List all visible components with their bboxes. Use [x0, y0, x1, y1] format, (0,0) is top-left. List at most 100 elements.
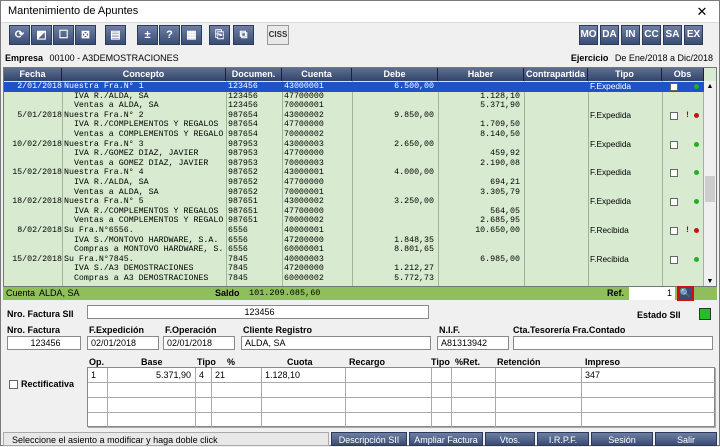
vat-cell[interactable]: 347 [582, 368, 716, 383]
vat-cell[interactable] [346, 413, 432, 428]
mode-button-ex[interactable]: EX [684, 25, 703, 45]
document-icon[interactable] [670, 140, 678, 149]
vat-cell[interactable] [108, 383, 196, 398]
refresh-icon[interactable]: ⟳ [9, 25, 30, 45]
apuntes-grid[interactable]: ▲ ▼ Fecha Concepto Documen. Cuenta Debe Haber… [3, 67, 717, 287]
table-row[interactable]: IVA R./COMPLEMENTOS Y REGALOS 987654 47700… [4, 120, 704, 130]
search-icon[interactable]: 🔍 [677, 286, 694, 301]
vat-cell[interactable] [88, 398, 108, 413]
vtos-button[interactable]: Vtos. [485, 432, 535, 446]
nro-factura-field[interactable]: 123456 [7, 336, 81, 350]
vertical-scrollbar[interactable]: ▲ ▼ [703, 81, 716, 286]
vat-cell[interactable] [496, 413, 582, 428]
document-icon[interactable] [670, 255, 678, 264]
vat-cell[interactable] [432, 413, 452, 428]
vat-cell[interactable]: 4 [196, 368, 212, 383]
document-icon[interactable] [670, 198, 678, 207]
vat-cell[interactable] [496, 383, 582, 398]
irpf-button[interactable]: I.R.P.F. [537, 432, 589, 446]
window-icon[interactable]: ⧉ [233, 25, 254, 45]
cta-tesoreria-field[interactable] [513, 336, 713, 350]
ref-input[interactable]: 1 [629, 287, 675, 300]
vat-cell[interactable] [452, 413, 496, 428]
column-header-8[interactable]: Obs [662, 68, 704, 81]
mode-button-mo[interactable]: MO [579, 25, 598, 45]
table-row[interactable]: Compras a MONTOVO HARDWARE, S. 6556 600000… [4, 245, 704, 255]
delete-icon[interactable]: ⊠ [75, 25, 96, 45]
column-header-5[interactable]: Haber [438, 68, 524, 81]
scroll-thumb[interactable] [705, 176, 715, 202]
vat-cell[interactable] [212, 398, 262, 413]
vat-cell[interactable] [432, 398, 452, 413]
column-header-3[interactable]: Cuenta [282, 68, 352, 81]
nro-factura-sii-field[interactable]: 123456 [87, 305, 429, 319]
mode-button-sa[interactable]: SA [663, 25, 682, 45]
table-row[interactable]: Ventas a ALDA, SA 123456 70000001 5.371,90 [4, 101, 704, 111]
column-header-4[interactable]: Debe [352, 68, 438, 81]
table-row[interactable]: IVA R./GOMEZ DIAZ, JAVIER 987953 47700000 4… [4, 149, 704, 159]
document-icon[interactable] [670, 169, 678, 178]
cliente-field[interactable]: ALDA, SA [241, 336, 431, 350]
column-header-2[interactable]: Documen. [226, 68, 282, 81]
table-row[interactable]: 18/02/2018 Nuestra Fra.N° 5 987651 43000002… [4, 197, 704, 207]
column-header-6[interactable]: Contrapartida [524, 68, 588, 81]
vat-cell[interactable] [496, 398, 582, 413]
vat-cell[interactable] [212, 413, 262, 428]
vat-cell[interactable] [582, 398, 716, 413]
vat-cell[interactable] [432, 383, 452, 398]
vat-cell[interactable] [196, 398, 212, 413]
table-row[interactable]: Ventas a GOMEZ DIAZ, JAVIER 987953 7000000… [4, 159, 704, 169]
mode-button-da[interactable]: DA [600, 25, 619, 45]
mode-button-in[interactable]: IN [621, 25, 640, 45]
table-row[interactable]: 5/01/2018 Nuestra Fra.N° 2 987654 43000002 9… [4, 111, 704, 121]
vat-cell[interactable] [212, 383, 262, 398]
vat-cell[interactable] [346, 383, 432, 398]
rectificativa-checkbox[interactable] [9, 380, 18, 389]
vat-cell[interactable] [262, 383, 346, 398]
scroll-up-icon[interactable]: ▲ [704, 81, 716, 93]
vat-cell[interactable] [346, 368, 432, 383]
calculator-icon[interactable]: ▦ [181, 25, 202, 45]
document-icon[interactable] [670, 227, 678, 235]
ciss-button[interactable]: CISS [267, 25, 289, 45]
scroll-down-icon[interactable]: ▼ [704, 276, 716, 286]
vat-cell[interactable] [108, 413, 196, 428]
vat-cell[interactable] [262, 413, 346, 428]
table-row[interactable]: 8/02/2018 Su Fra.N°6556. 6556 40000001 10.65… [4, 226, 704, 236]
column-header-1[interactable]: Concepto [62, 68, 226, 81]
salir-button[interactable]: Salir [655, 432, 717, 446]
mode-button-cc[interactable]: CC [642, 25, 661, 45]
f-expedicion-field[interactable]: 02/01/2018 [87, 336, 159, 350]
column-header-0[interactable]: Fecha [4, 68, 62, 81]
vat-cell[interactable] [452, 398, 496, 413]
vat-cell[interactable] [452, 383, 496, 398]
vat-cell[interactable]: 5.371,90 [108, 368, 196, 383]
table-row[interactable]: IVA R./ALDA, SA 987652 47700000 694,21 [4, 178, 704, 188]
copy-icon[interactable]: ⎘ [209, 25, 230, 45]
table-row[interactable]: Ventas a COMPLEMENTOS Y REGALO 987651 7000… [4, 216, 704, 226]
f-operacion-field[interactable]: 02/01/2018 [163, 336, 235, 350]
vat-cell[interactable] [88, 383, 108, 398]
table-row[interactable]: IVA S./MONTOVO HARDWARE, S.A. 6556 4720000… [4, 236, 704, 246]
vat-cell[interactable]: 1.128,10 [262, 368, 346, 383]
vat-cell[interactable] [262, 398, 346, 413]
edit-icon[interactable]: ◩ [31, 25, 52, 45]
column-header-7[interactable]: Tipo [588, 68, 662, 81]
vat-cell[interactable] [196, 383, 212, 398]
vat-cell[interactable] [496, 368, 582, 383]
vat-cell[interactable]: 1 [88, 368, 108, 383]
vat-cell[interactable] [582, 413, 716, 428]
vat-cell[interactable] [108, 398, 196, 413]
descripcion-sii-button[interactable]: Descripción SII [331, 432, 407, 446]
plus-minus-icon[interactable]: ± [137, 25, 158, 45]
vat-cell[interactable] [452, 368, 496, 383]
document-icon[interactable] [670, 83, 678, 91]
vat-cell[interactable] [432, 368, 452, 383]
vat-cell[interactable] [88, 413, 108, 428]
sesion-button[interactable]: Sesión [591, 432, 653, 446]
table-row[interactable]: 15/02/2018 Nuestra Fra.N° 4 987652 43000001… [4, 168, 704, 178]
table-row[interactable]: IVA R./ALDA, SA 123456 47700000 1.128,10 [4, 92, 704, 102]
nif-field[interactable]: A81313942 [437, 336, 509, 350]
new-icon[interactable]: ☐ [53, 25, 74, 45]
document-icon[interactable] [670, 111, 678, 120]
